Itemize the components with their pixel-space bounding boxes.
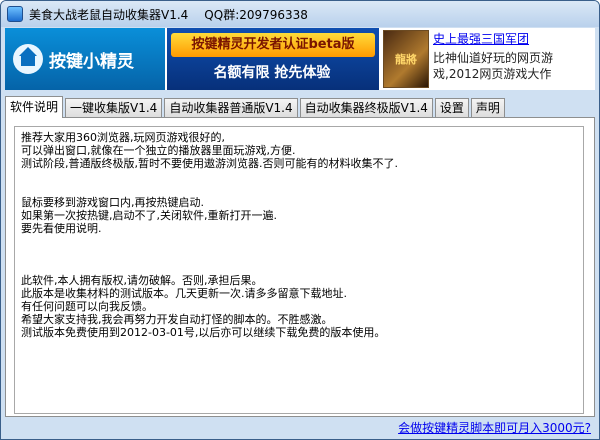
game-thumbnail[interactable]: 龍將 bbox=[383, 30, 429, 88]
game-ad-description: 比神仙道好玩的网页游戏,2012网页游戏大作 bbox=[433, 51, 554, 81]
tab-auto-collector-ultimate[interactable]: 自动收集器终极版V1.4 bbox=[299, 98, 433, 118]
tab-one-click-collect[interactable]: 一键收集版V1.4 bbox=[65, 98, 163, 118]
app-icon bbox=[7, 6, 23, 22]
app-window: 美食大战老鼠自动收集器V1.4 QQ群:209796338 按键小精灵 按键精灵… bbox=[0, 0, 600, 440]
developer-ad-banner[interactable]: 按键精灵开发者认证beta版 名额有限 抢先体验 bbox=[167, 28, 379, 90]
anjian-logo[interactable]: 按键小精灵 bbox=[5, 28, 165, 90]
ad-subline: 名额有限 抢先体验 bbox=[213, 65, 331, 81]
window-title: 美食大战老鼠自动收集器V1.4 bbox=[29, 7, 189, 22]
tab-statement[interactable]: 声明 bbox=[470, 98, 505, 118]
house-icon bbox=[13, 44, 43, 74]
title-bar[interactable]: 美食大战老鼠自动收集器V1.4 QQ群:209796338 bbox=[1, 1, 599, 27]
instructions-textbox[interactable]: 推荐大家用360浏览器,玩网页游戏很好的, 可以弹出窗口,就像在一个独立的播放器… bbox=[14, 126, 584, 414]
logo-text: 按键小精灵 bbox=[49, 51, 134, 72]
tab-bar: 软件说明 一键收集版V1.4 自动收集器普通版V1.4 自动收集器终极版V1.4… bbox=[5, 96, 595, 118]
ad-headline: 按键精灵开发者认证beta版 bbox=[171, 33, 375, 57]
tab-auto-collector-standard[interactable]: 自动收集器普通版V1.4 bbox=[164, 98, 298, 118]
qq-group-label: QQ群:209796338 bbox=[204, 7, 308, 22]
tab-settings[interactable]: 设置 bbox=[434, 98, 469, 118]
banner: 按键小精灵 按键精灵开发者认证beta版 名额有限 抢先体验 龍將 史上最强三国… bbox=[5, 28, 595, 90]
game-ad-link[interactable]: 史上最强三国军团 bbox=[433, 30, 593, 48]
tab-panel: 推荐大家用360浏览器,玩网页游戏很好的, 可以弹出窗口,就像在一个独立的播放器… bbox=[5, 117, 595, 417]
game-thumbnail-logo: 龍將 bbox=[395, 53, 417, 66]
tab-instructions[interactable]: 软件说明 bbox=[5, 96, 64, 118]
footer-promo-link[interactable]: 会做按键精灵脚本即可月入3000元? bbox=[398, 419, 591, 437]
